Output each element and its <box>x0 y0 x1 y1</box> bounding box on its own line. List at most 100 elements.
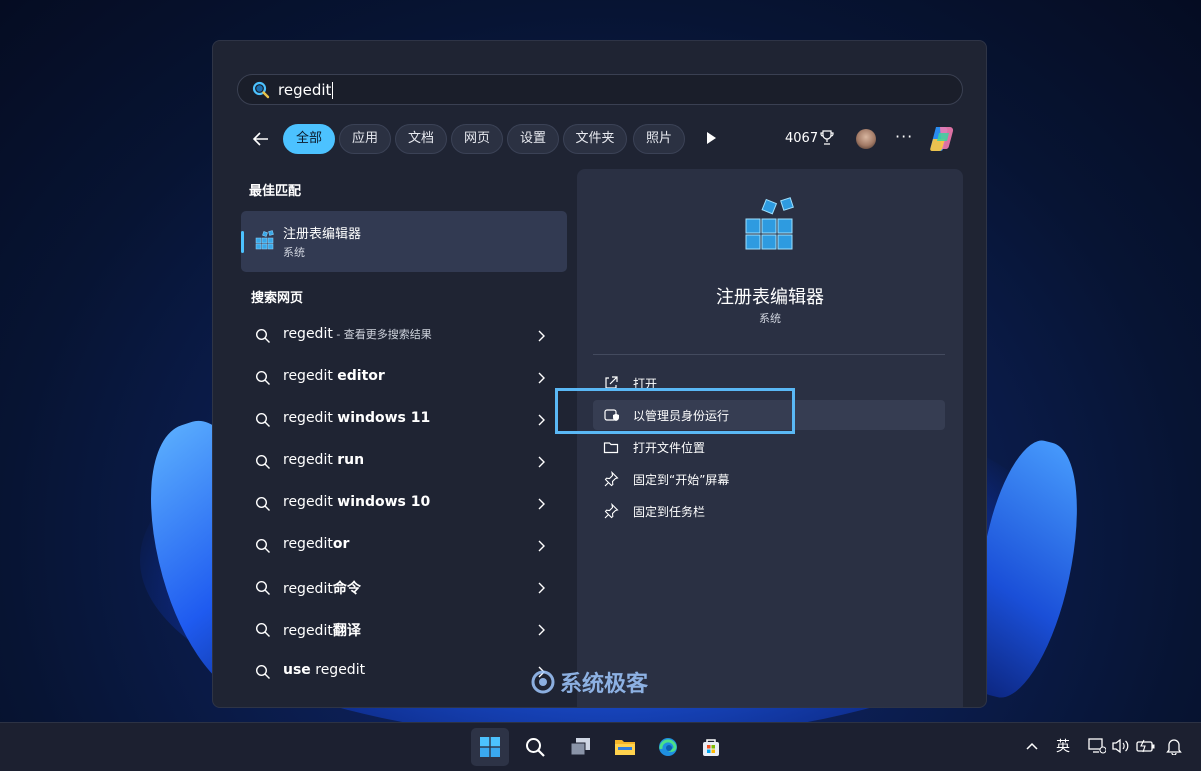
web-result-bold: or <box>332 536 350 552</box>
web-result-text: regedit <box>283 623 333 639</box>
file-explorer-button[interactable] <box>605 728 643 766</box>
web-result[interactable]: regedit editor <box>243 357 563 399</box>
chevron-right-icon <box>538 330 545 342</box>
network-icon[interactable] <box>1088 738 1106 754</box>
selection-indicator <box>241 231 244 253</box>
filter-chip-folders[interactable]: 文件夹 <box>563 124 627 154</box>
back-arrow-icon[interactable] <box>251 129 271 149</box>
search-query: regedit <box>278 80 332 99</box>
registry-editor-icon <box>745 197 794 250</box>
chevron-right-icon <box>538 540 545 552</box>
taskbar: 英 <box>0 722 1201 771</box>
web-result-suffix: - 查看更多搜索结果 <box>332 328 432 341</box>
file-explorer-icon <box>615 740 635 755</box>
search-icon <box>255 454 270 469</box>
rewards-points: 4067 <box>785 131 819 146</box>
search-icon <box>255 622 270 637</box>
taskbar-search-button[interactable] <box>516 728 554 766</box>
filter-chip-settings[interactable]: 设置 <box>507 124 559 154</box>
search-icon <box>255 496 270 511</box>
start-button[interactable] <box>471 728 509 766</box>
watermark: 系统极客 <box>530 666 648 698</box>
watermark-text: 系统极客 <box>560 672 649 697</box>
web-result-text: regedit <box>283 494 338 510</box>
chevron-right-icon <box>538 498 545 510</box>
annotation-highlight-box <box>555 388 795 434</box>
microsoft-store-button[interactable] <box>692 728 730 766</box>
start-icon <box>480 737 500 757</box>
registry-editor-icon <box>255 230 274 250</box>
pin-icon <box>604 503 619 519</box>
action-label: 打开文件位置 <box>633 441 706 455</box>
web-result-text: regedit <box>283 581 333 597</box>
search-icon <box>255 370 270 385</box>
search-icon <box>252 81 270 98</box>
web-result[interactable]: regedit翻译 <box>243 609 563 651</box>
web-result[interactable]: regedit windows 11 <box>243 399 563 441</box>
action-pin-to-taskbar[interactable]: 固定到任务栏 <box>593 496 945 526</box>
battery-icon[interactable] <box>1136 739 1156 753</box>
chevron-right-icon <box>538 456 545 468</box>
task-view-icon <box>570 738 590 756</box>
preview-app-type: 系统 <box>759 312 781 325</box>
chevron-right-icon <box>538 624 545 636</box>
best-match-heading: 最佳匹配 <box>249 184 302 199</box>
search-icon <box>255 412 270 427</box>
notification-bell-icon[interactable] <box>1166 738 1182 755</box>
filter-chip-all[interactable]: 全部 <box>283 124 335 154</box>
pin-icon <box>604 471 619 487</box>
web-result-text: regedit <box>283 536 333 552</box>
web-result-bold: windows 11 <box>337 410 431 426</box>
input-language-indicator[interactable]: 英 <box>1056 723 1070 771</box>
start-search-panel: regedit 全部 应用 文档 网页 设置 文件夹 照片 4067 ··· 最… <box>212 40 987 708</box>
more-options-icon[interactable]: ··· <box>895 127 913 146</box>
search-icon <box>255 580 270 595</box>
chevron-up-icon[interactable] <box>1026 741 1038 751</box>
web-result-suffix: regedit <box>310 662 366 678</box>
action-open-file-location[interactable]: 打开文件位置 <box>593 432 945 462</box>
web-result-bold: 翻译 <box>332 623 361 639</box>
web-result[interactable]: regeditor <box>243 525 563 567</box>
web-result-text: regedit <box>283 410 338 426</box>
task-view-button[interactable] <box>561 728 599 766</box>
search-icon <box>255 664 270 679</box>
preview-app-name: 注册表编辑器 <box>716 287 824 308</box>
chevron-right-icon <box>538 372 545 384</box>
search-icon <box>526 738 545 757</box>
search-icon <box>255 328 270 343</box>
web-result[interactable]: regedit windows 10 <box>243 483 563 525</box>
search-input[interactable]: regedit <box>237 74 963 105</box>
web-result-bold: run <box>337 452 365 468</box>
web-result-text: regedit <box>283 452 338 468</box>
filter-bar: 全部 应用 文档 网页 设置 文件夹 照片 4067 ··· <box>213 123 986 155</box>
action-label: 固定到任务栏 <box>633 505 706 519</box>
filter-chip-photos[interactable]: 照片 <box>633 124 685 154</box>
watermark-logo-icon <box>531 670 555 694</box>
web-search-heading: 搜索网页 <box>251 291 304 306</box>
more-filters-icon[interactable] <box>707 132 716 144</box>
web-result-bold: use <box>283 662 311 678</box>
best-match-type: 系统 <box>283 246 305 259</box>
copilot-icon[interactable] <box>927 125 957 153</box>
web-result[interactable]: regedit命令 <box>243 567 563 609</box>
edge-browser-button[interactable] <box>649 728 687 766</box>
chevron-right-icon <box>538 582 545 594</box>
avatar[interactable] <box>856 129 876 149</box>
filter-chip-apps[interactable]: 应用 <box>339 124 391 154</box>
folder-open-icon <box>603 442 619 454</box>
text-caret <box>332 81 334 99</box>
filter-chip-documents[interactable]: 文档 <box>395 124 447 154</box>
web-result-bold: editor <box>337 368 385 384</box>
best-match-item[interactable]: 注册表编辑器 系统 <box>241 211 567 272</box>
web-result[interactable]: regedit - 查看更多搜索结果 <box>243 315 563 357</box>
filter-chip-web[interactable]: 网页 <box>451 124 503 154</box>
web-result[interactable]: use regedit <box>243 651 563 693</box>
web-result-text: regedit <box>283 326 333 342</box>
divider <box>593 354 945 355</box>
action-pin-to-start[interactable]: 固定到“开始”屏幕 <box>593 464 945 494</box>
best-match-name: 注册表编辑器 <box>283 227 362 242</box>
volume-icon[interactable] <box>1111 738 1131 754</box>
trophy-icon[interactable] <box>820 130 834 146</box>
web-result[interactable]: regedit run <box>243 441 563 483</box>
web-result-bold: 命令 <box>332 581 361 597</box>
